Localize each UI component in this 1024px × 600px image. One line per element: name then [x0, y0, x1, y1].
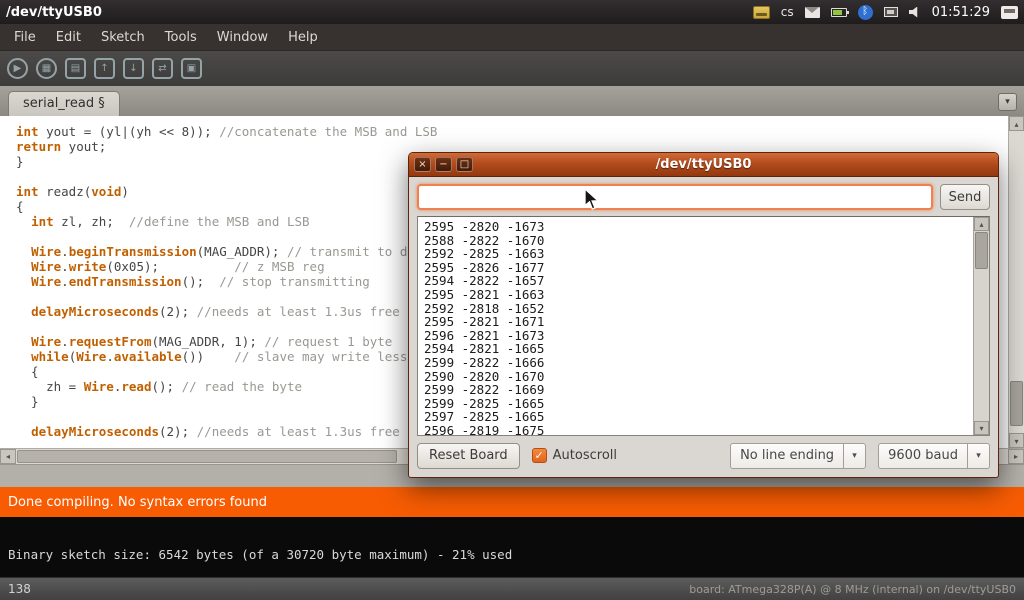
tab-menu-button[interactable]: ▾: [998, 93, 1017, 111]
network-icon[interactable]: [884, 7, 898, 17]
baud-rate-select[interactable]: 9600 baud ▾: [878, 443, 990, 469]
serial-line: 2590 -2820 -1670: [424, 370, 966, 384]
tab-bar: serial_read § ▾: [0, 86, 1024, 116]
serial-line: 2594 -2821 -1665: [424, 342, 966, 356]
serial-monitor-body: Send 2595 -2820 -16732588 -2822 -1670259…: [409, 177, 998, 477]
serial-line: 2592 -2825 -1663: [424, 247, 966, 261]
console-text: Binary sketch size: 6542 bytes (of a 307…: [8, 547, 512, 562]
volume-icon[interactable]: [909, 7, 921, 18]
desktop: /dev/ttyUSB0 cs ᛒ 01:51:29 FileEditSketc…: [0, 0, 1024, 600]
board-info: board: ATmega328P(A) @ 8 MHz (internal) …: [689, 583, 1016, 596]
upload-arrows-icon: ⇄: [158, 64, 166, 74]
serial-line: 2595 -2821 -1671: [424, 315, 966, 329]
new-sketch-button[interactable]: ▤: [65, 58, 86, 79]
serial-line: 2599 -2822 -1669: [424, 383, 966, 397]
serial-monitor-titlebar[interactable]: × − □ /dev/ttyUSB0: [409, 153, 998, 177]
stop-icon: ▦: [42, 64, 51, 74]
serial-controls: Reset Board ✓ Autoscroll No line ending …: [417, 442, 990, 469]
serial-monitor-button[interactable]: ▣: [181, 58, 202, 79]
serial-monitor-window: × − □ /dev/ttyUSB0 Send 2595 -2820 -1673…: [408, 152, 999, 478]
menu-tools[interactable]: Tools: [155, 26, 207, 49]
line-ending-value: No line ending: [731, 448, 843, 463]
play-icon: ▶: [14, 64, 22, 74]
scroll-up-icon[interactable]: ▴: [974, 217, 989, 231]
serial-line: 2596 -2819 -1675: [424, 424, 966, 435]
scroll-down-icon[interactable]: ▾: [974, 421, 989, 435]
save-down-arrow-icon: ↓: [129, 64, 137, 74]
session-menu-icon[interactable]: [1001, 6, 1018, 19]
new-file-icon: ▤: [71, 64, 80, 74]
serial-line: 2599 -2822 -1666: [424, 356, 966, 370]
serial-output[interactable]: 2595 -2820 -16732588 -2822 -16702592 -28…: [418, 217, 972, 435]
scroll-right-icon[interactable]: ▸: [1008, 449, 1024, 464]
compile-message: Done compiling. No syntax errors found: [8, 495, 267, 510]
editor-hscroll-thumb[interactable]: [17, 450, 397, 463]
serial-send-input[interactable]: [417, 184, 933, 210]
console-output: Binary sketch size: 6542 bytes (of a 307…: [0, 517, 1024, 577]
editor-vertical-scrollbar[interactable]: ▴ ▾: [1008, 116, 1024, 448]
bluetooth-icon[interactable]: ᛒ: [858, 5, 873, 20]
tab-serial-read[interactable]: serial_read §: [8, 91, 120, 116]
send-row: Send: [417, 184, 990, 210]
window-title: /dev/ttyUSB0: [6, 5, 102, 20]
scroll-left-icon[interactable]: ◂: [0, 449, 16, 464]
upload-button[interactable]: ⇄: [152, 58, 173, 79]
serial-scrollbar[interactable]: ▴ ▾: [973, 217, 989, 435]
verify-button[interactable]: ▶: [7, 58, 28, 79]
serial-output-panel: 2595 -2820 -16732588 -2822 -16702592 -28…: [417, 216, 990, 436]
close-icon[interactable]: ×: [414, 157, 431, 172]
serial-scroll-thumb[interactable]: [975, 232, 988, 269]
keyboard-icon[interactable]: [753, 6, 770, 19]
serial-line: 2595 -2821 -1663: [424, 288, 966, 302]
chevron-down-icon[interactable]: ▾: [967, 444, 989, 468]
menu-sketch[interactable]: Sketch: [91, 26, 155, 49]
menu-help[interactable]: Help: [278, 26, 328, 49]
reset-board-button[interactable]: Reset Board: [417, 443, 520, 469]
stop-button[interactable]: ▦: [36, 58, 57, 79]
mail-icon[interactable]: [805, 7, 820, 18]
scroll-up-icon[interactable]: ▴: [1009, 116, 1024, 131]
serial-monitor-title: /dev/ttyUSB0: [409, 157, 998, 172]
chevron-down-icon[interactable]: ▾: [843, 444, 865, 468]
line-ending-select[interactable]: No line ending ▾: [730, 443, 866, 469]
open-up-arrow-icon: ↑: [100, 64, 108, 74]
serial-line: 2596 -2821 -1673: [424, 329, 966, 343]
maximize-icon[interactable]: □: [456, 157, 473, 172]
serial-line: 2597 -2825 -1665: [424, 410, 966, 424]
send-button[interactable]: Send: [940, 184, 990, 210]
open-sketch-button[interactable]: ↑: [94, 58, 115, 79]
menu-file[interactable]: File: [4, 26, 46, 49]
autoscroll-checkbox[interactable]: ✓: [532, 448, 547, 463]
toolbar: ▶ ▦ ▤ ↑ ↓ ⇄ ▣: [0, 50, 1024, 86]
autoscroll-control: ✓ Autoscroll: [532, 448, 617, 463]
baud-rate-value: 9600 baud: [879, 448, 967, 463]
battery-icon[interactable]: [831, 8, 847, 17]
menu-window[interactable]: Window: [207, 26, 278, 49]
serial-line: 2592 -2818 -1652: [424, 302, 966, 316]
code-line: int yout = (yl|(yh << 8)); //concatenate…: [16, 124, 1006, 139]
serial-monitor-icon: ▣: [187, 64, 196, 74]
indicator-area: cs ᛒ 01:51:29: [753, 5, 1018, 20]
clock[interactable]: 01:51:29: [932, 5, 990, 20]
serial-line: 2588 -2822 -1670: [424, 234, 966, 248]
menu-bar: FileEditSketchToolsWindowHelp: [0, 24, 1024, 50]
serial-line: 2595 -2826 -1677: [424, 261, 966, 275]
serial-line: 2599 -2825 -1665: [424, 397, 966, 411]
scroll-down-icon[interactable]: ▾: [1009, 433, 1024, 448]
compile-status-bar: Done compiling. No syntax errors found: [0, 487, 1024, 517]
cursor-line-number: 138: [8, 582, 31, 596]
serial-line: 2595 -2820 -1673: [424, 220, 966, 234]
save-sketch-button[interactable]: ↓: [123, 58, 144, 79]
top-panel: /dev/ttyUSB0 cs ᛒ 01:51:29: [0, 0, 1024, 24]
serial-line: 2594 -2822 -1657: [424, 274, 966, 288]
menu-edit[interactable]: Edit: [46, 26, 91, 49]
status-footer: 138 board: ATmega328P(A) @ 8 MHz (intern…: [0, 577, 1024, 600]
minimize-icon[interactable]: −: [435, 157, 452, 172]
editor-vscroll-thumb[interactable]: [1010, 381, 1023, 426]
autoscroll-label: Autoscroll: [553, 448, 617, 463]
keyboard-layout-indicator[interactable]: cs: [781, 5, 794, 19]
